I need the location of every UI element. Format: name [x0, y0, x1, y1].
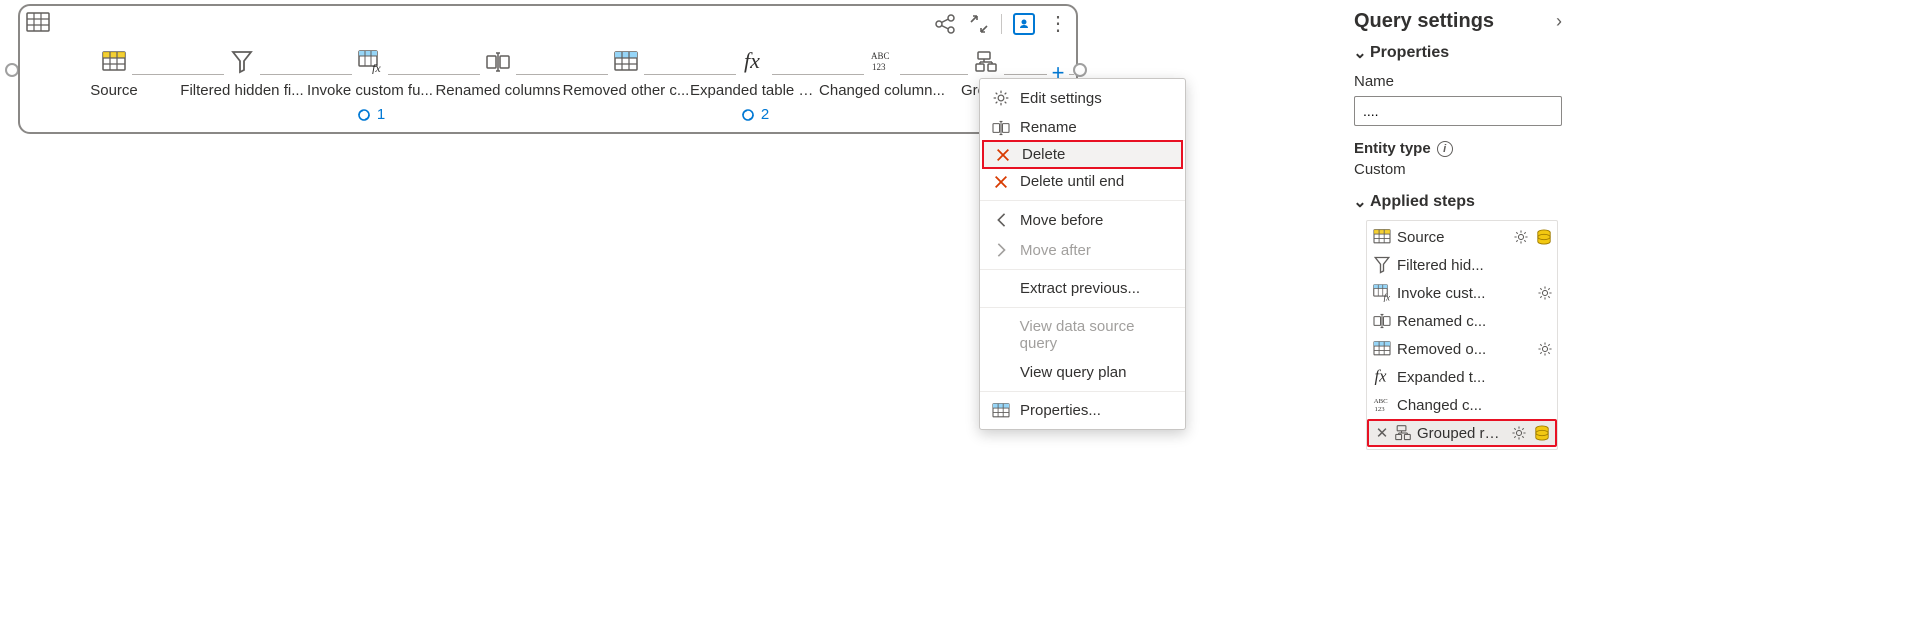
step-row-invoke[interactable]: Invoke cust...	[1367, 279, 1557, 307]
step-row-filtered[interactable]: Filtered hid...	[1367, 251, 1557, 279]
step-row-removed[interactable]: Removed o...	[1367, 335, 1557, 363]
abc123-icon	[1373, 396, 1391, 414]
query-node: ⋮ + Source Filtered hidden fi... Invoke …	[18, 4, 1078, 134]
step-label: Changed column...	[818, 82, 946, 99]
step-row-grouped[interactable]: ✕ Grouped ro...	[1367, 419, 1557, 447]
step-label: Source	[50, 82, 178, 99]
share-button[interactable]	[933, 12, 957, 36]
table-yellow-icon	[96, 46, 132, 78]
separator	[1001, 14, 1002, 34]
chevron-right-icon	[992, 241, 1010, 259]
database-icon	[1533, 424, 1551, 442]
name-label: Name	[1350, 67, 1566, 94]
chevron-down-icon: ⌄	[1354, 192, 1366, 212]
fx-icon	[1373, 368, 1391, 386]
step-invoke[interactable]: Invoke custom fu... 1	[306, 46, 434, 123]
separator	[980, 200, 1185, 201]
info-icon[interactable]: i	[1437, 141, 1453, 157]
menu-delete[interactable]: Delete	[982, 140, 1183, 169]
step-source[interactable]: Source	[50, 46, 178, 99]
step-filtered[interactable]: Filtered hidden fi...	[178, 46, 306, 99]
separator	[980, 391, 1185, 392]
applied-steps-section-header[interactable]: ⌄Applied steps	[1350, 188, 1566, 216]
context-menu: Edit settings Rename Delete Delete until…	[979, 78, 1186, 430]
rename-icon	[1373, 313, 1391, 329]
step-removed[interactable]: Removed other c...	[562, 46, 690, 99]
step-row-expanded[interactable]: Expanded t...	[1367, 363, 1557, 391]
fx-icon	[736, 46, 772, 78]
name-input[interactable]	[1354, 96, 1562, 126]
group-icon	[968, 46, 1004, 78]
rename-icon	[992, 120, 1010, 136]
menu-edit-settings[interactable]: Edit settings	[980, 83, 1185, 113]
link-badge[interactable]: 1	[306, 105, 434, 123]
applied-steps-list: Source Filtered hid... Invoke cust... Re…	[1366, 220, 1558, 450]
menu-move-before[interactable]: Move before	[980, 205, 1185, 235]
menu-move-after: Move after	[980, 235, 1185, 265]
panel-title: Query settings	[1354, 10, 1494, 33]
funnel-icon	[1373, 256, 1391, 274]
table-icon	[26, 12, 50, 34]
step-row-renamed[interactable]: Renamed c...	[1367, 307, 1557, 335]
menu-extract-previous[interactable]: Extract previous...	[980, 274, 1185, 303]
link-badge[interactable]: 2	[690, 105, 818, 123]
database-icon	[1535, 228, 1553, 246]
collapse-panel-button[interactable]: ›	[1556, 11, 1562, 32]
menu-view-data-source-query: View data source query	[980, 312, 1185, 358]
chevron-down-icon: ⌄	[1354, 43, 1366, 63]
properties-section-header[interactable]: ⌄Properties	[1350, 39, 1566, 67]
table-blue-icon	[1373, 341, 1391, 357]
table-yellow-icon	[1373, 229, 1391, 245]
menu-properties[interactable]: Properties...	[980, 396, 1185, 425]
collapse-button[interactable]	[967, 12, 991, 36]
step-label: Invoke custom fu...	[306, 82, 434, 99]
table-fx-icon	[1373, 284, 1391, 302]
step-label: Removed other c...	[562, 82, 690, 99]
diagram-canvas: ⋮ + Source Filtered hidden fi... Invoke …	[0, 0, 1344, 627]
group-icon	[1395, 425, 1411, 441]
abc123-icon	[864, 46, 900, 78]
table-blue-icon	[992, 403, 1010, 419]
table-fx-icon	[352, 46, 388, 78]
gear-icon[interactable]	[1537, 341, 1553, 357]
separator	[980, 269, 1185, 270]
gear-icon	[992, 89, 1010, 107]
delete-step-button[interactable]: ✕	[1375, 424, 1389, 442]
step-label: Filtered hidden fi...	[178, 82, 306, 99]
end-node	[1073, 63, 1087, 77]
step-row-source[interactable]: Source	[1367, 223, 1557, 251]
step-renamed[interactable]: Renamed columns	[434, 46, 562, 99]
step-label: Renamed columns	[434, 82, 562, 99]
gear-icon[interactable]	[1511, 425, 1527, 441]
more-button[interactable]: ⋮	[1046, 12, 1070, 36]
profile-badge[interactable]	[1012, 12, 1036, 36]
close-icon	[992, 174, 1010, 190]
rename-icon	[480, 46, 516, 78]
table-blue-icon	[608, 46, 644, 78]
menu-rename[interactable]: Rename	[980, 113, 1185, 142]
menu-view-query-plan[interactable]: View query plan	[980, 358, 1185, 387]
steps-flow: + Source Filtered hidden fi... Invoke cu…	[50, 46, 1070, 136]
chevron-left-icon	[992, 211, 1010, 229]
step-changed[interactable]: Changed column...	[818, 46, 946, 99]
gear-icon[interactable]	[1537, 285, 1553, 301]
step-label: Expanded table c...	[690, 82, 818, 99]
entity-type-label: Entity typei	[1350, 136, 1566, 161]
menu-delete-until-end[interactable]: Delete until end	[980, 167, 1185, 196]
start-node	[5, 63, 19, 77]
query-actions: ⋮	[933, 12, 1070, 36]
separator	[980, 307, 1185, 308]
step-expanded[interactable]: Expanded table c... 2	[690, 46, 818, 123]
gear-icon[interactable]	[1513, 229, 1529, 245]
funnel-icon	[224, 46, 260, 78]
close-icon	[994, 147, 1012, 163]
step-row-changed[interactable]: Changed c...	[1367, 391, 1557, 419]
query-settings-panel: Query settings › ⌄Properties Name Entity…	[1348, 0, 1568, 627]
entity-type-value: Custom	[1350, 161, 1566, 188]
